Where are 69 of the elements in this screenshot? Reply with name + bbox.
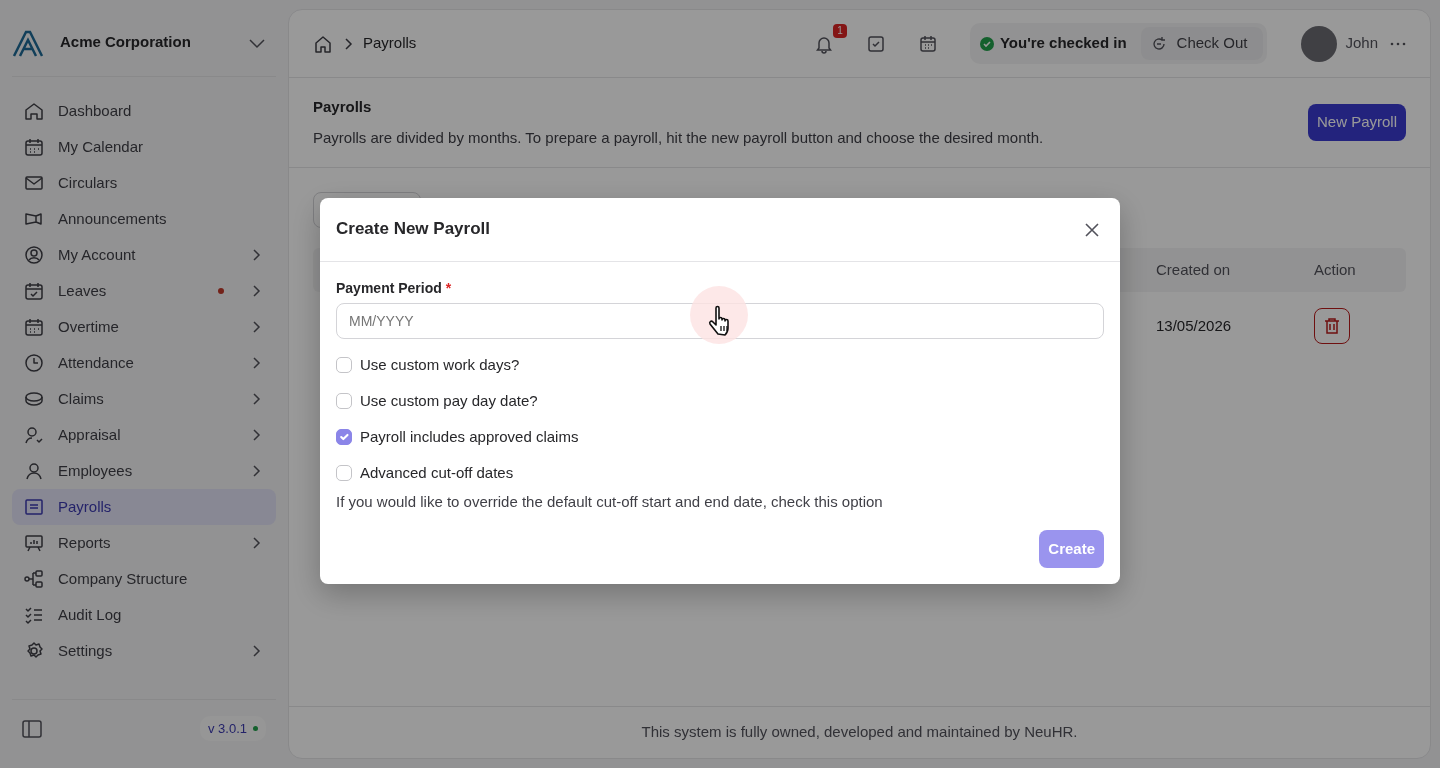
check-square-icon	[865, 33, 886, 54]
new-payroll-button[interactable]: New Payroll	[1307, 104, 1406, 141]
calendar-icon	[24, 137, 44, 157]
sidebar-item[interactable]: Overtime	[12, 309, 276, 345]
sidebar-item[interactable]: Audit Log	[12, 597, 276, 633]
clock-icon	[24, 353, 44, 373]
check-out-button[interactable]: Check Out	[1140, 27, 1264, 60]
chevron-right-icon	[343, 37, 353, 50]
envelope-icon	[24, 173, 44, 193]
home-icon	[24, 101, 44, 121]
sidebar-item[interactable]: Payrolls	[12, 489, 276, 525]
column-header: Created on	[1156, 259, 1232, 280]
presentation-chart-icon	[24, 533, 44, 553]
sidebar-item[interactable]: Reports	[12, 525, 276, 561]
sidebar-item[interactable]: My Calendar	[12, 129, 276, 165]
check-in-status: You're checked in	[999, 33, 1127, 54]
page-title: Payrolls	[313, 97, 373, 117]
table-cell-text: 13/05/2026	[1156, 315, 1233, 336]
calendar-check-icon	[24, 281, 44, 301]
checkbox[interactable]	[336, 429, 352, 445]
breadcrumb-item: Payrolls	[363, 33, 417, 54]
page-description: Payrolls are divided by months. To prepare a payroll, hit the new payroll button and choose the desired month.	[313, 127, 1045, 148]
checkbox[interactable]	[336, 393, 352, 409]
sidebar-item[interactable]: Attendance	[12, 345, 276, 381]
coin-icon	[24, 389, 44, 409]
sidebar-item[interactable]: Claims	[12, 381, 276, 417]
close-icon	[1084, 221, 1100, 238]
checkbox-label: Advanced cut-off dates	[360, 462, 514, 483]
modal-title: Create New Payroll	[336, 219, 490, 240]
sidebar-item[interactable]: Appraisal	[12, 417, 276, 453]
sidebar-item[interactable]: Company Structure	[12, 561, 276, 597]
sidebar-item[interactable]: Employees	[12, 453, 276, 489]
required-mark: *	[445, 280, 452, 296]
sidebar-item[interactable]: My Account	[12, 237, 276, 273]
checkbox[interactable]	[336, 465, 352, 481]
user-icon	[24, 461, 44, 481]
gear-icon	[24, 641, 44, 661]
avatar[interactable]	[1301, 25, 1338, 62]
payment-period-field[interactable]: MM/YYYY	[336, 303, 1104, 339]
checkbox-label: Use custom work days?	[360, 354, 520, 375]
check-circle-icon	[979, 36, 994, 51]
version-label: v 3.0.1	[199, 715, 266, 742]
sidebar-item[interactable]: Settings	[12, 633, 276, 669]
user-circle-icon	[24, 245, 44, 265]
home-icon[interactable]	[313, 33, 333, 54]
user-check-icon	[24, 425, 44, 445]
user-name: John	[1345, 33, 1378, 54]
field-label: Payment Period *	[336, 279, 453, 298]
column-header: Action	[1314, 259, 1357, 280]
delete-button[interactable]	[1314, 308, 1350, 344]
checklist-icon	[24, 605, 44, 625]
checkbox-label: Payroll includes approved claims	[360, 426, 579, 447]
help-text: If you would like to override the default cut-off start and end date, check this option	[336, 492, 884, 512]
footer-text: This system is fully owned, developed and maintained by NeuHR.	[641, 722, 1078, 743]
more-icon[interactable]	[1390, 41, 1406, 46]
hierarchy-icon	[24, 569, 44, 589]
sidebar-item[interactable]: Announcements	[12, 201, 276, 237]
calendar-icon	[24, 317, 44, 337]
trash-icon	[1324, 317, 1340, 335]
sidebar-item[interactable]: Leaves	[12, 273, 276, 309]
sidebar-toggle-icon[interactable]	[22, 719, 42, 738]
sidebar-item[interactable]: Dashboard	[12, 93, 276, 129]
calendar-icon	[917, 33, 938, 54]
company-name: Acme Corporation	[60, 32, 192, 53]
checkbox-label: Use custom pay day date?	[360, 390, 538, 411]
refresh-icon	[1150, 35, 1167, 52]
sidebar-item[interactable]: Circulars	[12, 165, 276, 201]
notification-count: 1	[833, 23, 847, 38]
checkbox[interactable]	[336, 357, 352, 373]
